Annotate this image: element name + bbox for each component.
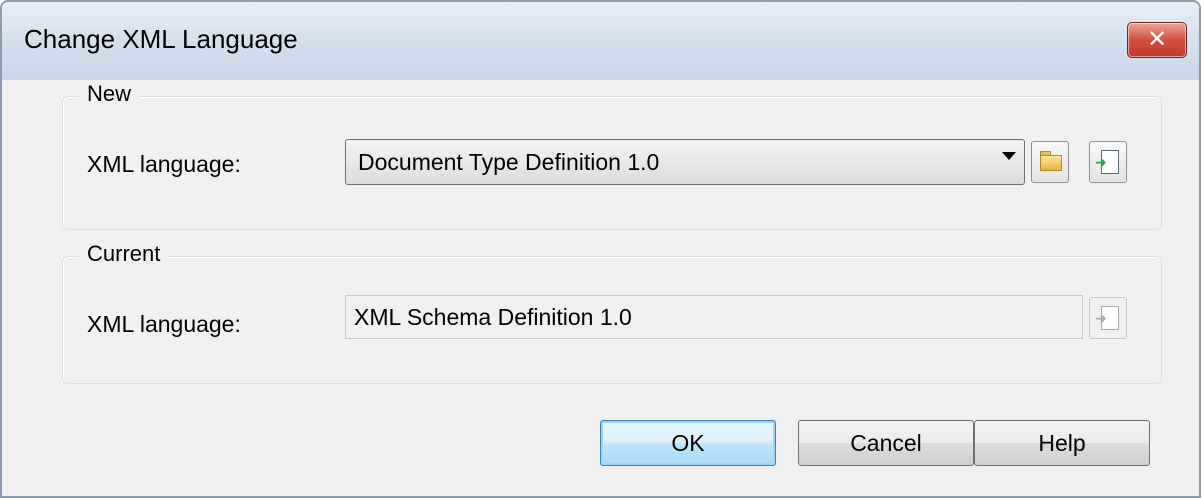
current-properties-button[interactable]: ➜ [1089, 297, 1127, 339]
dialog-window: Change XML Language ✕ New XML language: … [0, 0, 1201, 498]
current-xml-language-label: XML language: [87, 311, 241, 337]
new-group-legend: New [79, 81, 140, 107]
current-group: Current XML language: XML Schema Definit… [62, 241, 1162, 384]
xml-language-select-value: Document Type Definition 1.0 [358, 149, 660, 175]
title-bar[interactable]: Change XML Language ✕ [2, 2, 1199, 80]
arrow-icon: ➜ [1095, 155, 1107, 171]
browse-button[interactable] [1031, 141, 1069, 183]
close-icon: ✕ [1146, 25, 1168, 53]
new-properties-button[interactable]: ➜ [1089, 141, 1127, 183]
current-xml-language-value: XML Schema Definition 1.0 [354, 304, 632, 330]
help-button[interactable]: Help [974, 420, 1150, 466]
ok-button[interactable]: OK [600, 420, 776, 466]
new-xml-language-label: XML language: [87, 151, 241, 177]
current-group-legend: Current [79, 241, 169, 267]
new-group: New XML language: Document Type Definiti… [62, 81, 1162, 230]
folder-icon [1040, 155, 1062, 171]
arrow-icon: ➜ [1095, 311, 1107, 327]
current-xml-language-field: XML Schema Definition 1.0 [345, 295, 1083, 339]
cancel-button[interactable]: Cancel [798, 420, 974, 466]
chevron-down-icon[interactable] [1002, 152, 1016, 160]
dialog-title: Change XML Language [24, 24, 298, 54]
xml-language-select[interactable]: Document Type Definition 1.0 [345, 139, 1025, 185]
close-button[interactable]: ✕ [1127, 22, 1187, 58]
